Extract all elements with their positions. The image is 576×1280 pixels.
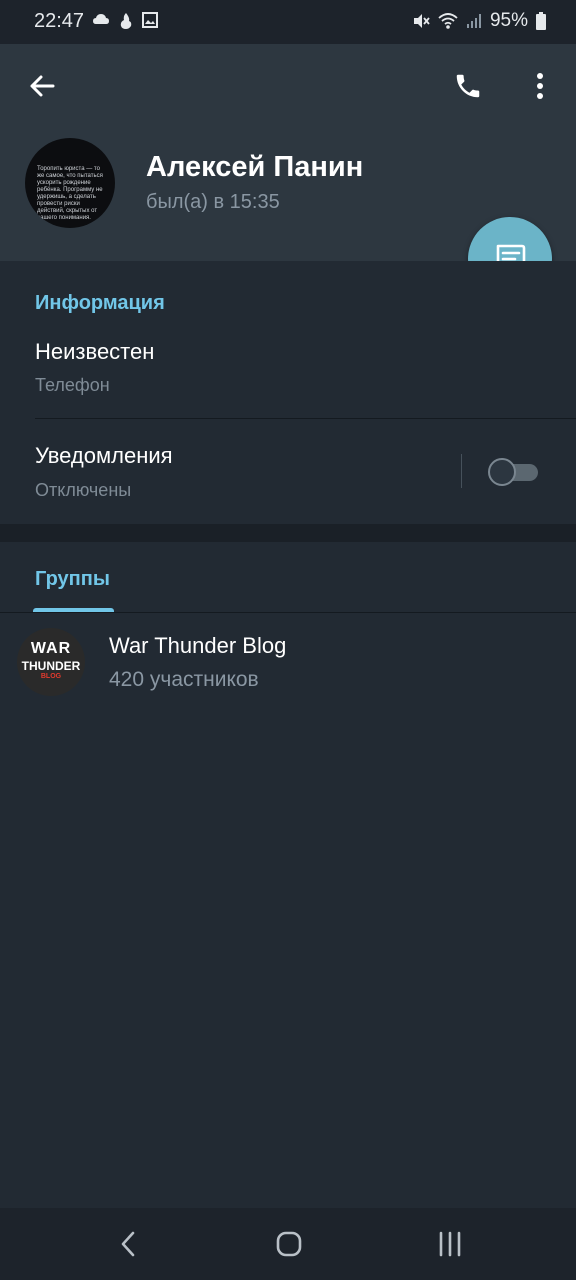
- phone-label: Телефон: [35, 375, 110, 395]
- logo-blog-text: BLOG: [40, 673, 62, 680]
- last-seen-status: был(а) в 15:35: [146, 191, 280, 213]
- nav-home-button[interactable]: [265, 1220, 313, 1268]
- group-avatar: WAR THUNDER BLOG: [17, 628, 85, 696]
- fire-icon: [120, 13, 132, 29]
- back-button[interactable]: [18, 62, 66, 110]
- image-icon: [142, 12, 158, 28]
- battery-percent: 95%: [489, 10, 528, 31]
- signal-icon: [466, 14, 481, 28]
- chevron-left-icon: [121, 1231, 135, 1257]
- nav-back-button[interactable]: [104, 1220, 152, 1268]
- toggle-separator: [461, 454, 462, 488]
- group-members-count: 420 участников: [109, 668, 259, 691]
- notifications-state: Отключены: [35, 480, 132, 500]
- more-button[interactable]: [516, 62, 564, 110]
- wifi-icon: [438, 13, 458, 29]
- tab-groups[interactable]: Группы: [35, 568, 110, 591]
- tabs-divider: [0, 612, 576, 613]
- notifications-title: Уведомления: [35, 443, 173, 468]
- home-icon: [276, 1231, 302, 1257]
- avatar[interactable]: Торопить юриста — то же самое, что пытат…: [25, 138, 115, 228]
- dots-vertical-icon: [537, 73, 543, 99]
- system-nav-bar: [0, 1208, 576, 1280]
- cloud-icon: [93, 14, 109, 24]
- phone-value: Неизвестен: [35, 339, 155, 364]
- section-gap: [0, 524, 576, 542]
- recents-icon: [439, 1231, 461, 1257]
- toggle-knob: [488, 458, 516, 486]
- logo-thunder-text: THUNDER: [21, 659, 81, 673]
- notifications-toggle[interactable]: [488, 458, 540, 486]
- profile-name: Алексей Панин: [146, 151, 364, 183]
- battery-icon: [536, 12, 546, 30]
- call-button[interactable]: [444, 62, 492, 110]
- avatar-quote-text: Торопить юриста — то же самое, что пытат…: [37, 166, 103, 221]
- divider: [35, 418, 576, 419]
- status-bar: 22:47 95%: [0, 0, 576, 44]
- status-icons-left: [92, 12, 158, 30]
- info-section-title: Информация: [35, 292, 165, 314]
- status-icons-right: 95%: [412, 10, 546, 32]
- phone-icon: [456, 74, 480, 98]
- status-time: 22:47: [34, 10, 85, 32]
- arrow-left-icon: [30, 75, 55, 97]
- logo-war-text: WAR: [30, 640, 72, 657]
- group-name: War Thunder Blog: [109, 633, 287, 658]
- nav-recents-button[interactable]: [426, 1220, 474, 1268]
- mute-icon: [413, 14, 430, 28]
